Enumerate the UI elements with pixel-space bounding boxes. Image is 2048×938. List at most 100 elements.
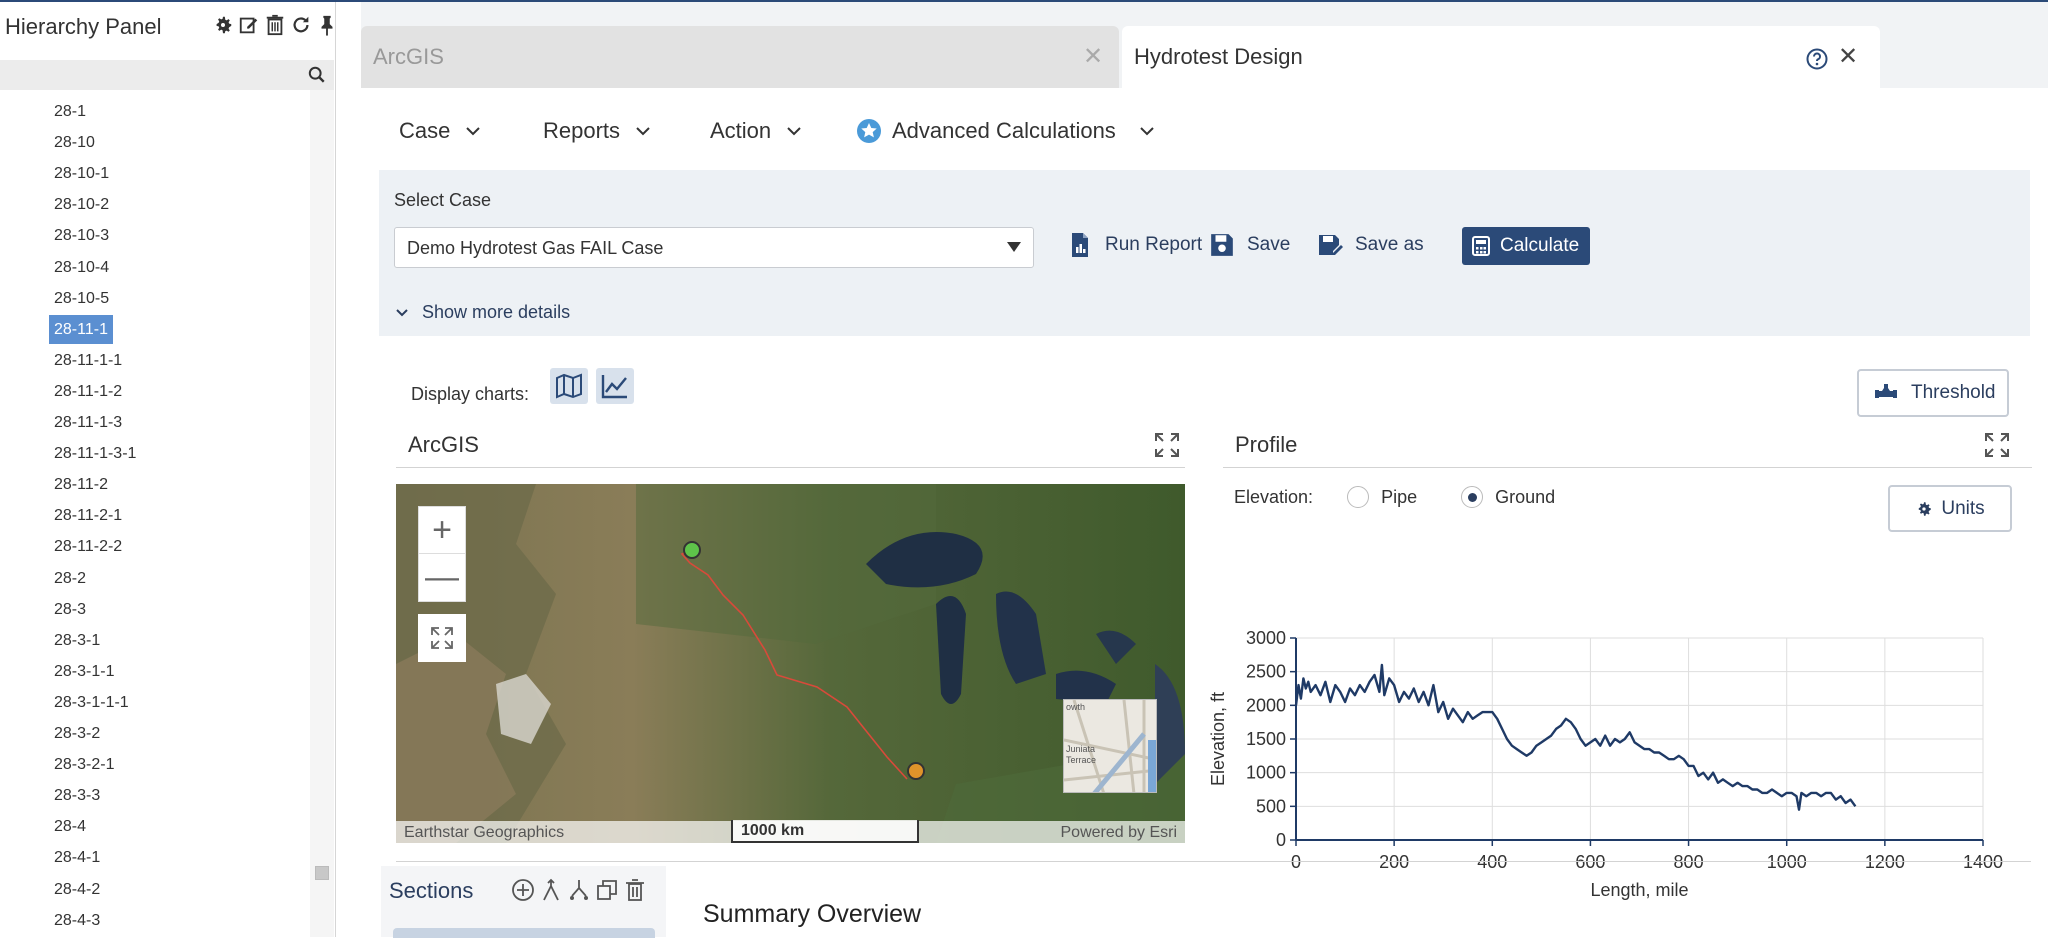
x-tick-label: 400: [1477, 852, 1507, 872]
expand-map-icon[interactable]: [1154, 432, 1180, 458]
copy-section-icon[interactable]: [595, 878, 619, 902]
tree-item[interactable]: 28-3-1-1: [49, 657, 119, 686]
tree-item[interactable]: 28-11-1-3: [49, 408, 127, 437]
tab-hydrotest-close-icon[interactable]: ✕: [1838, 45, 1858, 69]
ground-radio[interactable]: [1461, 486, 1484, 508]
menu-advanced-label: Advanced Calculations: [892, 118, 1116, 143]
tree-item[interactable]: 28-3: [49, 595, 91, 624]
elevation-profile-chart[interactable]: 0 200 400 600 800 1000 1200 1400 0 500 1000 1500 200…: [1201, 618, 2031, 908]
tree-item[interactable]: 28-3-2-1: [49, 750, 119, 779]
tree-item[interactable]: 28-11-1-1: [49, 346, 127, 375]
tree-item[interactable]: 28-10: [49, 128, 100, 157]
x-tick-label: 0: [1291, 852, 1301, 872]
threshold-button[interactable]: Threshold: [1857, 369, 2009, 417]
save-as-label: Save as: [1355, 234, 1424, 255]
tree-item[interactable]: 28-3-1-1-1: [49, 688, 134, 717]
case-dropdown[interactable]: Demo Hydrotest Gas FAIL Case: [394, 227, 1034, 268]
display-map-toggle[interactable]: [550, 368, 588, 404]
save-button[interactable]: Save: [1209, 232, 1290, 258]
hierarchy-tree: 28-1 28-10 28-10-1 28-10-2 28-10-3 28-10-4 28-…: [0, 90, 310, 937]
map-panel-divider: [396, 467, 1185, 468]
inset-label-2: Juniata: [1066, 744, 1096, 754]
run-report-label: Run Report: [1105, 234, 1203, 255]
tree-item[interactable]: 28-10-1: [49, 159, 114, 188]
tree-item[interactable]: 28-10-5: [49, 284, 114, 313]
split-section-icon[interactable]: [567, 878, 591, 902]
route-start-marker[interactable]: [683, 541, 701, 559]
delete-icon[interactable]: [264, 14, 286, 36]
tree-item[interactable]: 28-11-1-2: [49, 377, 127, 406]
y-axis-label: Elevation, ft: [1208, 692, 1228, 786]
report-icon: [1072, 233, 1088, 257]
save-icon: [1211, 234, 1233, 256]
pipe-radio[interactable]: [1347, 486, 1370, 508]
x-tick-label: 1200: [1865, 852, 1905, 872]
expand-profile-icon[interactable]: [1984, 432, 2010, 458]
tree-scrollbar[interactable]: [310, 90, 334, 937]
tree-item[interactable]: 28-1: [49, 97, 91, 126]
y-tick-label: 0: [1276, 830, 1286, 850]
tree-item[interactable]: 28-4: [49, 812, 91, 841]
units-button[interactable]: Units: [1888, 485, 2012, 532]
inset-label-1: owth: [1066, 702, 1086, 712]
menu-case[interactable]: Case: [399, 118, 482, 144]
tree-scrollbar-thumb[interactable]: [315, 866, 329, 880]
content-divider: [396, 861, 2031, 862]
case-dropdown-value: Demo Hydrotest Gas FAIL Case: [407, 238, 664, 258]
tree-item[interactable]: 28-3-1: [49, 626, 105, 655]
elevation-selector: Elevation: Pipe Ground: [1234, 486, 1555, 508]
star-badge-icon: [857, 119, 881, 143]
tree-item[interactable]: 28-10-2: [49, 190, 114, 219]
arcgis-map[interactable]: + — owth Juniata Terrace Earthstar Geogr…: [396, 484, 1185, 843]
display-charts-label: Display charts:: [411, 384, 530, 404]
sections-title: Sections: [389, 878, 474, 903]
settings-icon[interactable]: [212, 14, 234, 36]
menu-reports[interactable]: Reports: [543, 118, 652, 144]
help-icon[interactable]: [1806, 48, 1828, 70]
add-section-icon[interactable]: [511, 878, 535, 902]
pin-icon[interactable]: [316, 14, 338, 36]
calculate-button[interactable]: Calculate: [1462, 227, 1590, 265]
map-panel-title: ArcGIS: [408, 432, 479, 457]
save-label: Save: [1247, 234, 1291, 255]
display-chart-toggle[interactable]: [596, 368, 634, 404]
tree-item[interactable]: 28-3-3: [49, 781, 105, 810]
show-more-details-toggle[interactable]: Show more details: [394, 302, 570, 323]
tree-item[interactable]: 28-2: [49, 564, 91, 593]
tree-item[interactable]: 28-10-3: [49, 221, 114, 250]
powered-by-esri[interactable]: Powered by Esri: [1061, 824, 1178, 842]
tab-hydrotest-design[interactable]: Hydrotest Design ✕: [1122, 26, 1880, 88]
chevron-down-icon: [396, 308, 408, 316]
tree-item[interactable]: 28-11-2-1: [49, 501, 127, 530]
hierarchy-panel-title: Hierarchy Panel: [5, 14, 162, 39]
search-icon[interactable]: [308, 66, 326, 84]
sections-toolbar: [511, 878, 647, 902]
tree-item[interactable]: 28-10-4: [49, 253, 114, 282]
tree-item[interactable]: 28-11-1: [49, 314, 113, 344]
hierarchy-search-bar[interactable]: [0, 60, 334, 90]
tree-item[interactable]: 28-4-1: [49, 843, 105, 872]
tree-item[interactable]: 28-4-3: [49, 906, 105, 935]
refresh-icon[interactable]: [290, 14, 312, 36]
tab-arcgis-close-icon[interactable]: ✕: [1083, 45, 1103, 69]
tree-item[interactable]: 28-11-2-2: [49, 532, 127, 561]
route-end-marker[interactable]: [907, 762, 925, 780]
tree-item[interactable]: 28-4-2: [49, 875, 105, 904]
inset-label-3: Terrace: [1066, 755, 1097, 765]
map-inset[interactable]: owth Juniata Terrace: [1063, 699, 1157, 793]
elevation-label: Elevation:: [1234, 486, 1314, 507]
save-as-button[interactable]: Save as: [1317, 232, 1424, 258]
menu-action[interactable]: Action: [710, 118, 803, 144]
run-report-button[interactable]: Run Report: [1067, 232, 1202, 258]
tree-item[interactable]: 28-11-1-3-1: [49, 439, 141, 468]
tab-arcgis[interactable]: ArcGIS ✕: [361, 26, 1119, 88]
tree-item[interactable]: 28-3-2: [49, 719, 105, 748]
profile-panel-divider: [1223, 467, 2032, 468]
menu-advanced-calculations[interactable]: Advanced Calculations: [856, 118, 1156, 144]
tab-bar: ArcGIS ✕ Hydrotest Design ✕: [361, 2, 2048, 88]
y-tick-label: 3000: [1246, 628, 1286, 648]
delete-section-icon[interactable]: [623, 878, 647, 902]
edit-icon[interactable]: [238, 14, 260, 36]
merge-section-icon[interactable]: [539, 878, 563, 902]
tree-item[interactable]: 28-11-2: [49, 470, 113, 499]
